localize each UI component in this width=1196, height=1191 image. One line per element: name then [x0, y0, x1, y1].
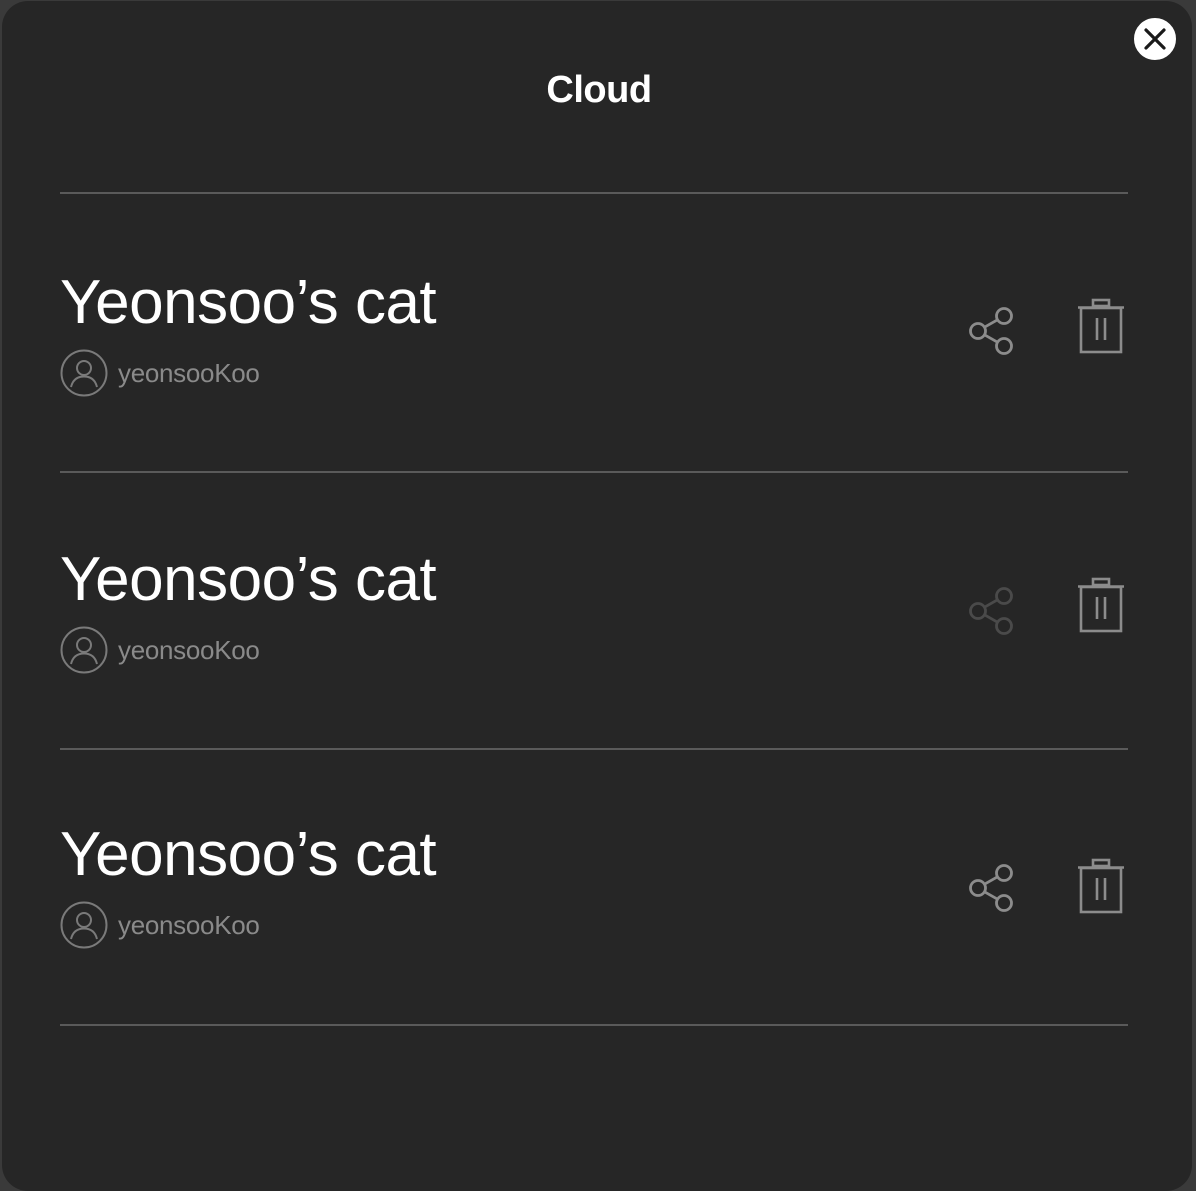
- owner-name: yeonsooKoo: [118, 634, 260, 665]
- item-owner: yeonsooKoo: [60, 901, 260, 949]
- share-button[interactable]: [966, 304, 1020, 358]
- list-item[interactable]: Yeonsoo’s cat yeonsooKoo: [60, 471, 1130, 747]
- item-owner: yeonsooKoo: [60, 349, 260, 397]
- trash-icon: [1078, 858, 1124, 914]
- share-icon: [969, 587, 1013, 635]
- delete-button[interactable]: [1076, 577, 1126, 635]
- delete-button[interactable]: [1076, 858, 1126, 916]
- share-button[interactable]: [966, 861, 1020, 915]
- item-title: Yeonsoo’s cat: [60, 545, 437, 614]
- list-item[interactable]: Yeonsoo’s cat yeonsooKoo: [60, 746, 1130, 1022]
- owner-name: yeonsooKoo: [118, 357, 260, 388]
- dialog-title: Cloud: [546, 69, 652, 111]
- list-item[interactable]: Yeonsoo’s cat yeonsooKoo: [60, 194, 1130, 470]
- divider: [60, 1024, 1128, 1026]
- item-title: Yeonsoo’s cat: [60, 820, 437, 889]
- item-title: Yeonsoo’s cat: [60, 268, 437, 337]
- user-avatar-icon: [60, 901, 108, 949]
- trash-icon: [1078, 577, 1124, 633]
- close-button[interactable]: [1132, 16, 1178, 62]
- trash-icon: [1078, 298, 1124, 354]
- delete-button[interactable]: [1076, 298, 1126, 356]
- item-owner: yeonsooKoo: [60, 626, 260, 674]
- owner-name: yeonsooKoo: [118, 909, 260, 940]
- user-avatar-icon: [60, 349, 108, 397]
- share-button-disabled[interactable]: [966, 584, 1020, 638]
- user-avatar-icon: [60, 626, 108, 674]
- cloud-dialog: Cloud Yeonsoo’s cat yeonsooKoo Yeonsoo’s…: [2, 1, 1192, 1191]
- share-icon: [969, 307, 1013, 355]
- share-icon: [969, 864, 1013, 912]
- close-icon: [1144, 28, 1166, 50]
